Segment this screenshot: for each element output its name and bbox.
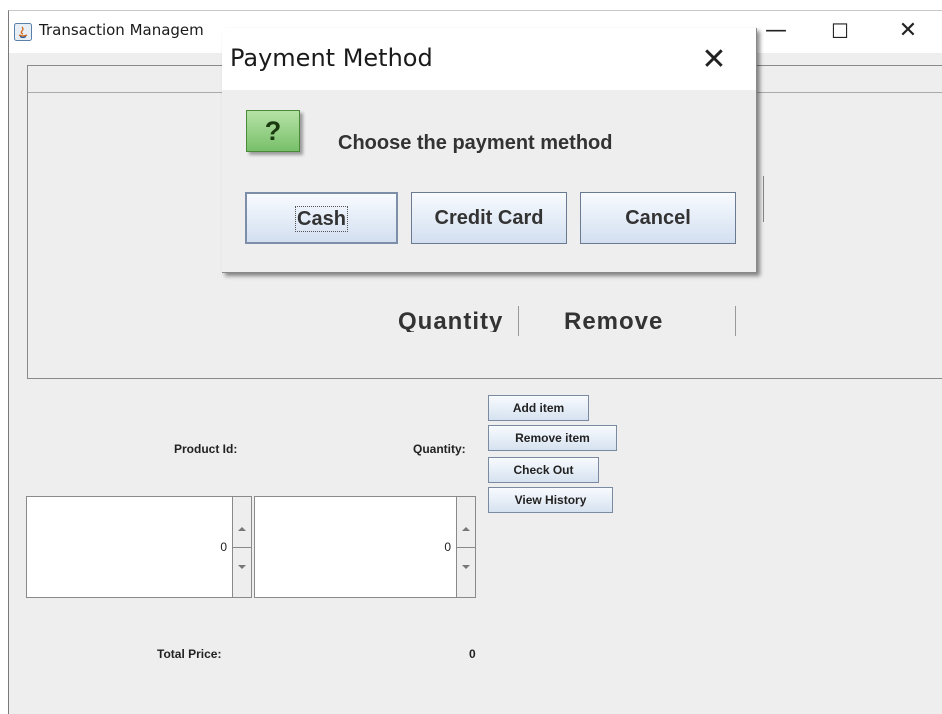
total-price-label: Total Price: <box>157 647 222 661</box>
table-grid-line <box>763 176 764 222</box>
dialog-title: Payment Method <box>230 44 433 72</box>
credit-card-button[interactable]: Credit Card <box>411 192 567 244</box>
java-icon <box>14 23 32 41</box>
maximize-button[interactable]: ☐ <box>817 11 863 53</box>
spinner-down-arrow-icon[interactable] <box>238 565 246 569</box>
question-icon: ? <box>246 110 300 152</box>
payment-method-dialog: Payment Method ✕ ? Choose the payment me… <box>222 28 757 273</box>
quantity-spinner-arrows <box>456 497 475 597</box>
close-window-button[interactable]: ✕ <box>885 11 931 53</box>
remove-item-button[interactable]: Remove item <box>488 425 617 451</box>
cash-button-label: Cash <box>295 206 348 232</box>
quantity-value: 0 <box>444 540 451 554</box>
view-history-button[interactable]: View History <box>488 487 613 513</box>
check-out-button[interactable]: Check Out <box>488 457 599 483</box>
spinner-divider <box>233 547 251 548</box>
product-id-value: 0 <box>220 540 227 554</box>
minimize-button[interactable]: — <box>753 11 799 53</box>
spinner-up-arrow-icon[interactable] <box>462 527 470 531</box>
cancel-button[interactable]: Cancel <box>580 192 736 244</box>
spinner-down-arrow-icon[interactable] <box>462 565 470 569</box>
window-title: Transaction Managem <box>39 21 204 39</box>
dialog-message: Choose the payment method <box>338 132 613 154</box>
quantity-spinner[interactable]: 0 <box>254 496 476 598</box>
dialog-titlebar[interactable]: Payment Method ✕ <box>222 28 756 90</box>
product-id-spinner[interactable]: 0 <box>26 496 252 598</box>
table-header-remove-item: Remove Item <box>564 308 664 332</box>
table-header-quantity: Quantity <box>398 308 504 332</box>
quantity-label: Quantity: <box>413 442 466 456</box>
dialog-close-icon[interactable]: ✕ <box>692 38 736 82</box>
table-visible-headers: Quantity Remove Item <box>368 294 718 332</box>
add-item-button[interactable]: Add item <box>488 395 589 421</box>
spinner-divider <box>457 547 475 548</box>
spinner-up-arrow-icon[interactable] <box>238 527 246 531</box>
cash-button[interactable]: Cash <box>245 192 398 244</box>
product-id-spinner-arrows <box>232 497 251 597</box>
total-price-value: 0 <box>469 647 476 661</box>
product-id-label: Product Id: <box>174 442 238 456</box>
